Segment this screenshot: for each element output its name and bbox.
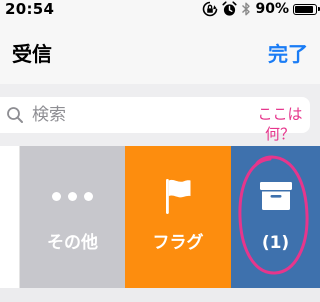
search-placeholder: 検索 [32, 105, 66, 125]
page-title: 受信 [12, 42, 52, 66]
navigation-bar: 受信 完了 [0, 20, 320, 84]
orientation-lock-icon [203, 1, 218, 17]
flag-action-label: フラグ [152, 233, 204, 253]
battery-percent: 90% [255, 1, 289, 17]
more-action-button[interactable]: その他 [20, 146, 125, 288]
flag-icon [166, 179, 191, 214]
archive-box-icon [259, 182, 292, 210]
archive-action-button[interactable]: (1) [231, 146, 320, 288]
battery-level-fill [295, 5, 313, 13]
done-button[interactable]: 完了 [268, 41, 308, 67]
battery-icon [293, 3, 320, 15]
search-icon [7, 107, 23, 123]
annotation-line-1: ここは [257, 105, 303, 123]
handwritten-annotation: ここは 何？ [250, 104, 310, 144]
status-time: 20:54 [5, 0, 55, 18]
more-action-label: その他 [47, 233, 98, 253]
archive-action-label: (1) [261, 233, 290, 253]
bluetooth-icon [242, 2, 251, 16]
list-divider [0, 288, 320, 302]
more-dots-icon [52, 191, 93, 201]
mail-row-edge[interactable] [0, 146, 20, 288]
annotation-line-2: 何？ [264, 125, 295, 143]
status-icons: 90% [202, 0, 320, 18]
flag-action-button[interactable]: フラグ [125, 146, 231, 288]
status-bar: 20:54 90% [0, 0, 320, 20]
alarm-icon [222, 1, 238, 16]
